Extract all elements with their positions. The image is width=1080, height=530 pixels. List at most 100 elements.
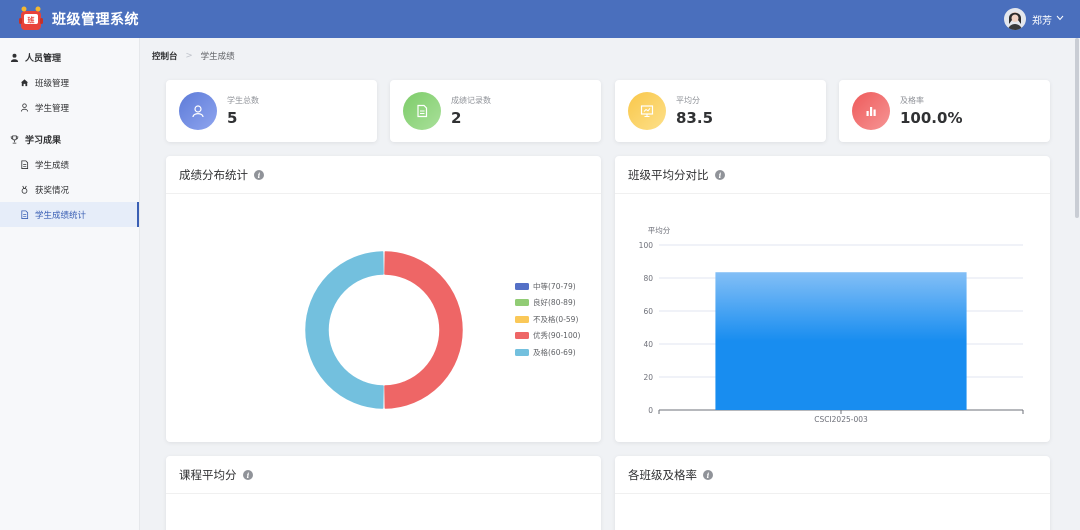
document-icon <box>21 210 29 219</box>
legend-item[interactable]: 良好(80-89) <box>515 295 580 312</box>
x-tick-label: CSCI2025-003 <box>814 415 868 424</box>
y-tick-label: 80 <box>643 274 653 283</box>
top-bar: 班 班级管理系统 郑芳 <box>0 0 1080 38</box>
main-content: 控制台 > 学生成绩 学生总数 5 成绩记录数 2 平均分 83.5 及格率 1… <box>141 38 1075 530</box>
stat-value: 2 <box>451 109 462 127</box>
donut-slice[interactable] <box>384 251 463 409</box>
svg-text:班: 班 <box>28 16 35 25</box>
stat-card-average-score: 平均分 83.5 <box>615 80 826 142</box>
legend-label: 优秀(90-100) <box>533 331 581 341</box>
stat-label: 平均分 <box>676 96 700 105</box>
user-icon <box>10 53 19 62</box>
legend-item[interactable]: 不及格(0-59) <box>515 311 580 328</box>
legend-label: 良好(80-89) <box>533 298 576 308</box>
breadcrumb-home[interactable]: 控制台 <box>152 50 178 62</box>
breadcrumb-current: 学生成绩 <box>200 52 235 62</box>
stat-label: 成绩记录数 <box>451 96 491 105</box>
sidebar-group-personnel[interactable]: 人员管理 <box>0 44 139 70</box>
sidebar-item-label: 学生管理 <box>35 103 70 114</box>
legend-label: 不及格(0-59) <box>533 314 579 324</box>
sidebar-group-label: 学习成果 <box>25 135 62 146</box>
breadcrumb-separator: > <box>185 51 193 61</box>
info-icon[interactable]: i <box>254 169 264 180</box>
legend-label: 中等(70-79) <box>533 281 576 291</box>
medal-icon <box>21 185 28 194</box>
legend-swatch <box>515 282 529 290</box>
user-icon <box>179 92 217 130</box>
sidebar-item-awards[interactable]: 获奖情况 <box>0 177 139 202</box>
trophy-icon <box>10 134 19 144</box>
breadcrumb: 控制台 > 学生成绩 <box>152 50 235 62</box>
home-icon <box>20 79 29 87</box>
panel-header: 各班级及格率 i <box>615 456 1050 494</box>
y-tick-label: 20 <box>643 373 653 382</box>
bar-chart-icon <box>852 92 890 130</box>
y-tick-label: 0 <box>648 406 653 415</box>
stat-label: 及格率 <box>900 96 924 105</box>
stat-value: 100.0% <box>900 109 963 127</box>
document-icon <box>403 92 441 130</box>
stat-value: 83.5 <box>676 109 714 127</box>
panel-header: 课程平均分 i <box>166 456 601 494</box>
stat-card-pass-rate: 及格率 100.0% <box>839 80 1050 142</box>
panel-title: 班级平均分对比 <box>628 167 709 182</box>
panel-grade-distribution: 成绩分布统计 i 中等(70-79) 良好(80-89) 不及格(0-59) 优秀(9… <box>166 156 601 442</box>
avatar[interactable] <box>1004 8 1026 30</box>
stat-card-record-count: 成绩记录数 2 <box>390 80 601 142</box>
legend-swatch <box>515 299 529 307</box>
info-icon[interactable]: i <box>703 469 713 480</box>
info-icon[interactable]: i <box>714 169 725 180</box>
stat-card-student-count: 学生总数 5 <box>166 80 377 142</box>
sidebar: 人员管理 班级管理 学生管理 学习成果 学生成绩 获奖情况 学生成绩统计 <box>0 38 140 530</box>
user-outline-icon <box>20 103 29 112</box>
app-logo-icon: 班 <box>16 4 46 34</box>
panel-course-average: 课程平均分 i <box>166 456 601 530</box>
y-tick-label: 60 <box>643 307 653 316</box>
panel-title: 课程平均分 <box>179 467 237 482</box>
sidebar-item-label: 班级管理 <box>35 78 70 89</box>
sidebar-item-class-management[interactable]: 班级管理 <box>0 70 139 95</box>
legend-swatch <box>515 348 529 356</box>
sidebar-item-grade-statistics[interactable]: 学生成绩统计 <box>0 202 139 227</box>
info-icon[interactable]: i <box>242 469 253 480</box>
bar[interactable] <box>715 272 967 410</box>
y-axis-label: 平均分 <box>648 225 671 235</box>
donut-slice[interactable] <box>305 251 384 409</box>
chart-legend: 中等(70-79) 良好(80-89) 不及格(0-59) 优秀(90-100) 及格(… <box>515 278 580 361</box>
app-title: 班级管理系统 <box>52 12 139 28</box>
legend-label: 及格(60-69) <box>533 347 576 357</box>
presentation-icon <box>628 92 666 130</box>
sidebar-item-label: 学生成绩统计 <box>35 210 87 221</box>
stat-label: 学生总数 <box>227 96 259 105</box>
panel-class-average: 班级平均分对比 i 0 20 40 60 80 100 平均分 CSCI2025-003 <box>615 156 1050 442</box>
svg-text:i: i <box>718 170 721 179</box>
panel-title: 成绩分布统计 <box>179 167 248 182</box>
user-menu[interactable]: 郑芳 <box>1004 0 1064 38</box>
panel-class-pass-rate: 各班级及格率 i <box>615 456 1050 530</box>
stat-value: 5 <box>227 109 238 127</box>
document-icon <box>21 160 29 169</box>
sidebar-item-student-grades[interactable]: 学生成绩 <box>0 152 139 177</box>
y-tick-label: 100 <box>639 241 654 250</box>
panel-title: 各班级及格率 <box>628 467 697 482</box>
chevron-down-icon[interactable] <box>1056 14 1064 24</box>
svg-text:i: i <box>707 470 710 479</box>
legend-swatch <box>515 332 529 340</box>
sidebar-group-learning[interactable]: 学习成果 <box>0 126 139 152</box>
panel-header: 班级平均分对比 i <box>615 156 1050 194</box>
sidebar-item-label: 学生成绩 <box>35 160 70 171</box>
sidebar-item-student-management[interactable]: 学生管理 <box>0 95 139 120</box>
svg-text:i: i <box>258 170 261 179</box>
legend-item[interactable]: 优秀(90-100) <box>515 328 580 345</box>
svg-text:i: i <box>246 470 249 479</box>
legend-swatch <box>515 315 529 323</box>
panel-header: 成绩分布统计 i <box>166 156 601 194</box>
legend-item[interactable]: 及格(60-69) <box>515 344 580 361</box>
user-name[interactable]: 郑芳 <box>1032 12 1052 27</box>
bar-chart: 0 20 40 60 80 100 平均分 CSCI2025-003 <box>639 225 1024 424</box>
sidebar-item-label: 获奖情况 <box>35 185 70 196</box>
y-tick-label: 40 <box>643 340 653 349</box>
page-scrollbar[interactable] <box>1075 38 1079 218</box>
legend-item[interactable]: 中等(70-79) <box>515 278 580 295</box>
sidebar-group-label: 人员管理 <box>25 53 62 64</box>
